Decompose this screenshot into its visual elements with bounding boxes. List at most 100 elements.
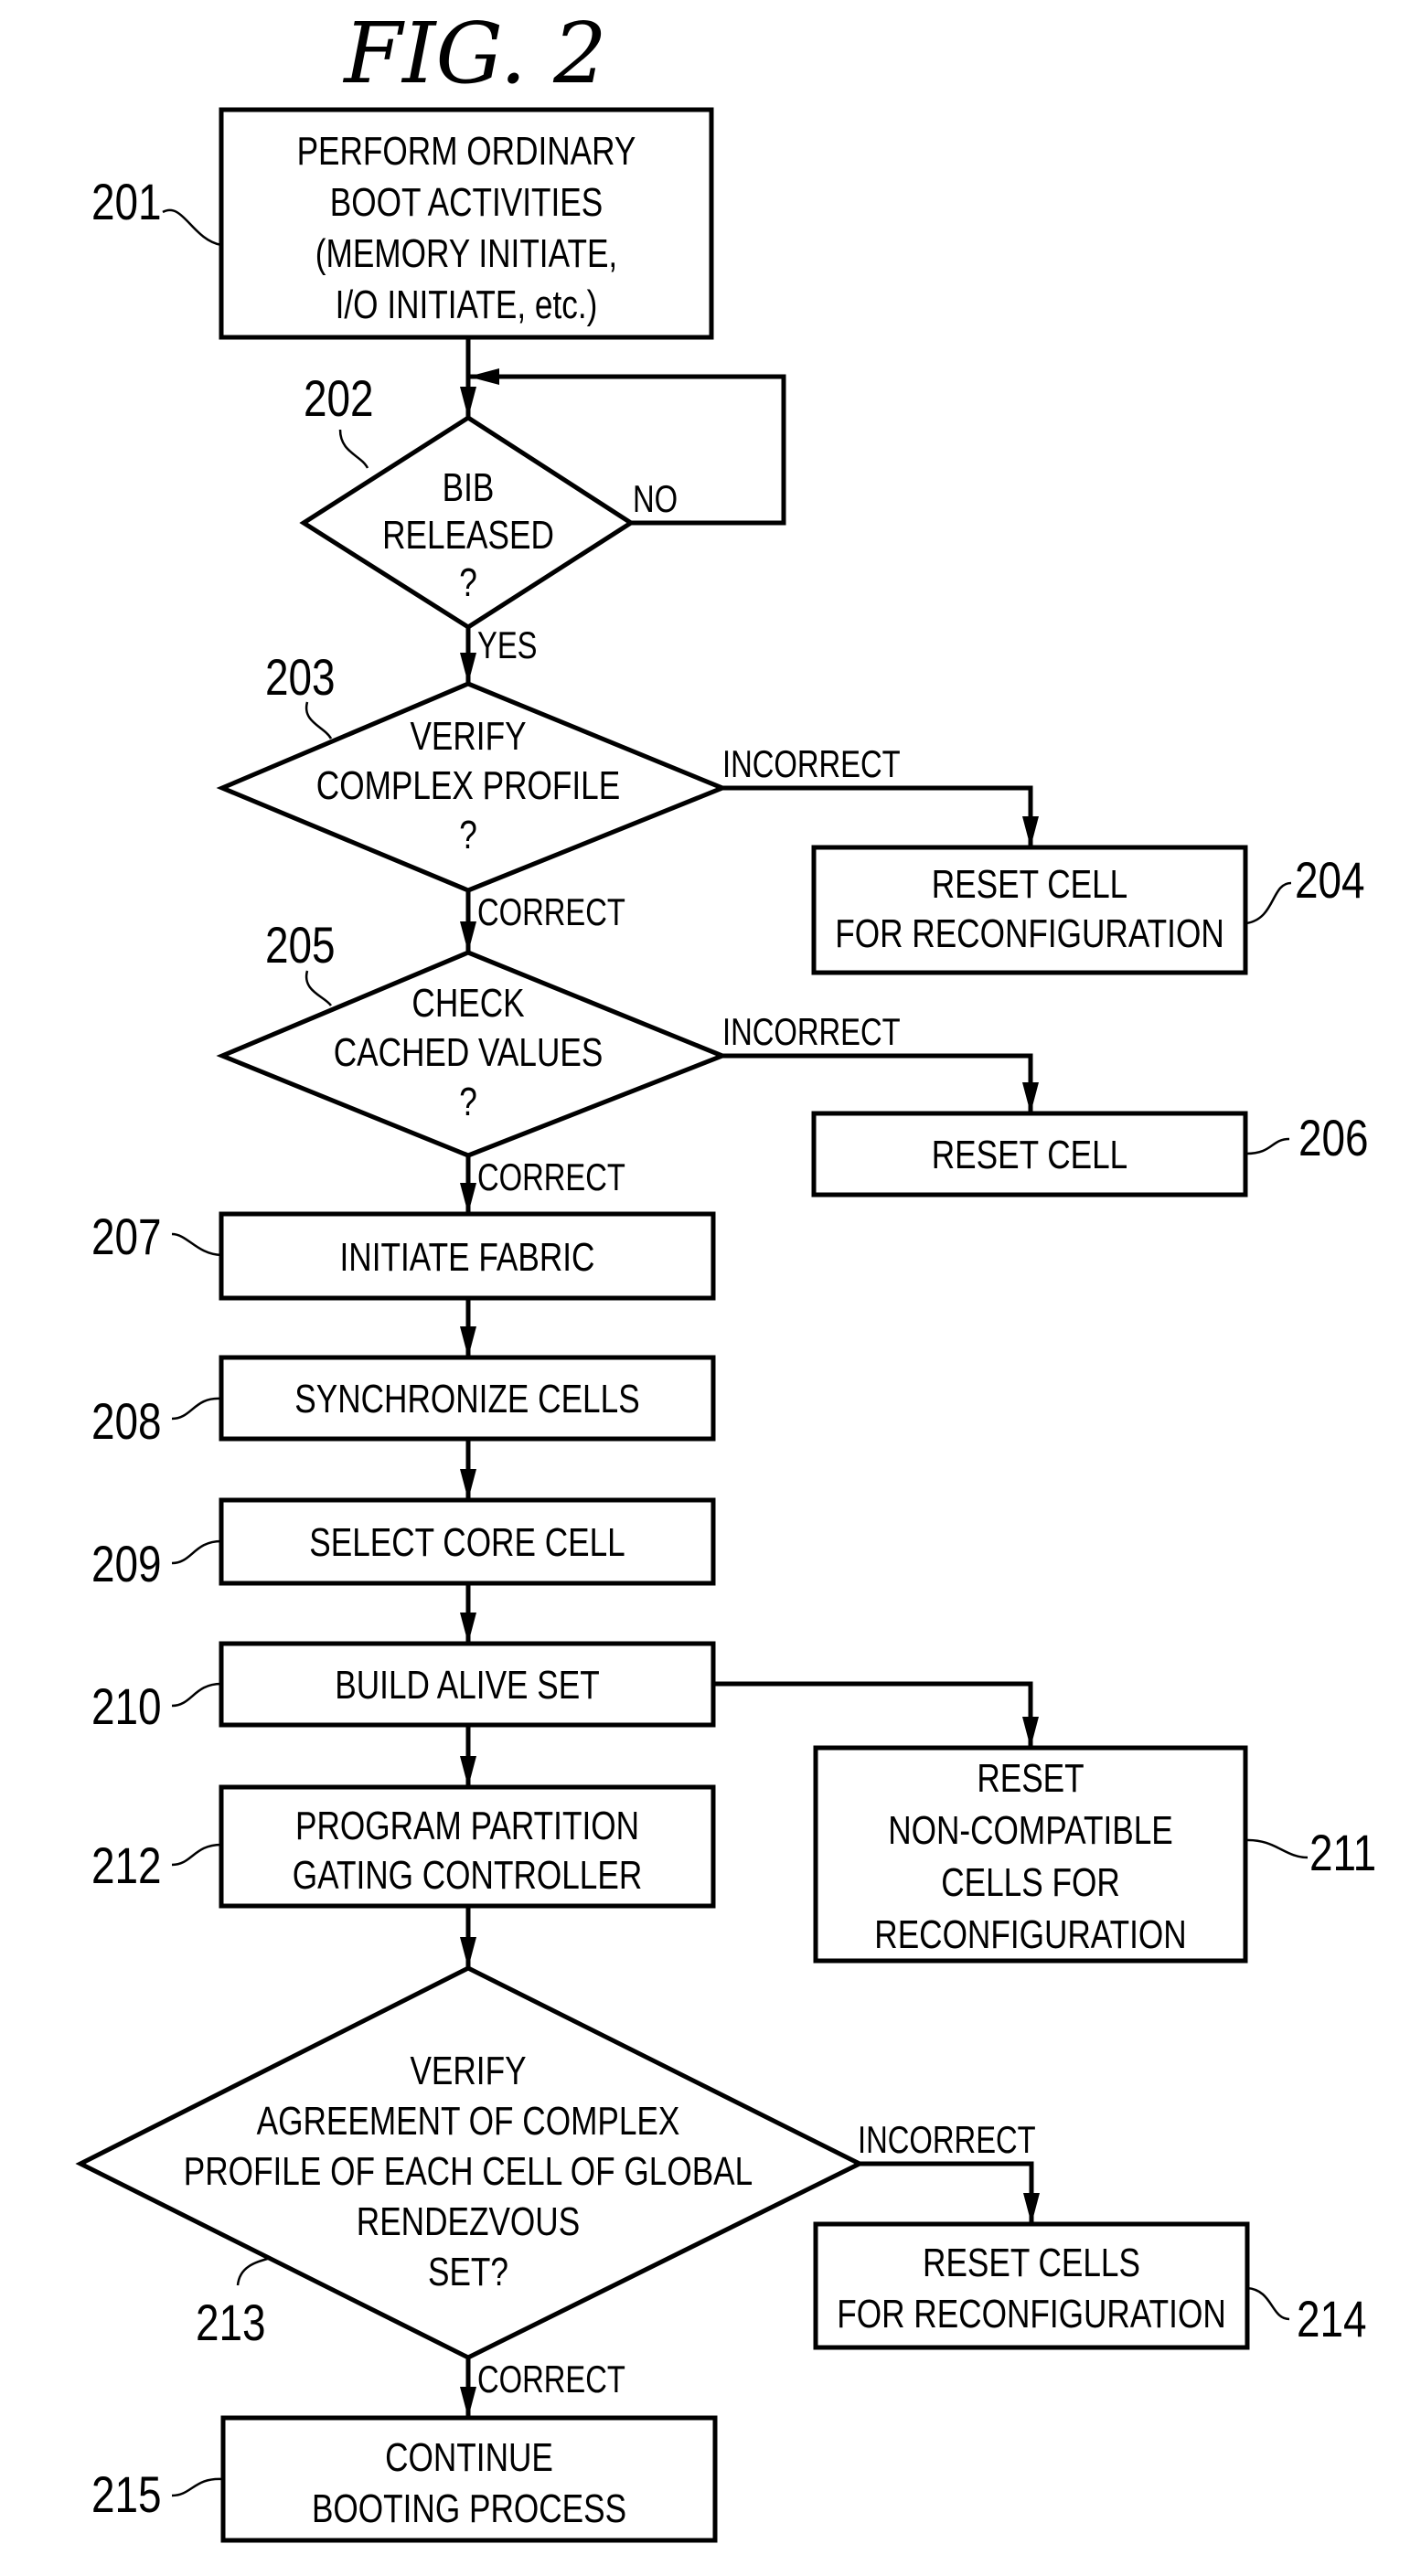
node-text-line: AGREEMENT OF COMPLEX [257,2099,680,2144]
node-text-line: FOR RECONFIGURATION [835,911,1223,956]
node-text-line: ? [459,1080,477,1124]
edge-205-to-207: CORRECT [460,1155,625,1214]
edge-213-to-215: CORRECT [460,2358,625,2418]
reference-numeral-207: 207 [91,1208,162,1265]
arrowhead-icon [460,921,476,953]
node-text-line: SELECT CORE CELL [309,1520,625,1565]
reference-numeral-201: 201 [91,174,162,230]
node-text-line: BIB [443,465,495,510]
node-text-line: BUILD ALIVE SET [335,1663,599,1708]
node-text-line: RELEASED [382,513,554,558]
leader-line [171,1232,222,1257]
process-node-207: INITIATE FABRIC [219,1211,716,1301]
arrowhead-icon [460,653,476,684]
node-text-line: NON-COMPATIBLE [888,1808,1172,1853]
reference-numeral-215: 215 [91,2466,162,2523]
leader-line [171,1843,222,1867]
nodes-layer: PERFORM ORDINARY BOOT ACTIVITIES (MEMORY I… [75,107,1250,2543]
arrowhead-icon [460,2387,476,2418]
node-text-line: PROFILE OF EACH CELL OF GLOBAL [184,2149,753,2194]
reference-numeral-214: 214 [1297,2291,1367,2347]
edge-208-to-209 [460,1439,476,1500]
node-text-line: (MEMORY INITIATE, [315,231,617,276]
edge-205-to-206: INCORRECT [722,1010,1039,1113]
node-text-line: ? [459,813,477,857]
node-text-line: BOOTING PROCESS [312,2486,626,2531]
edge-203-to-204: INCORRECT [722,742,1039,847]
edge-label-incorrect: INCORRECT [858,2118,1036,2161]
reference-numeral-209: 209 [91,1536,162,1592]
node-text-line: RECONFIGURATION [874,1912,1186,1957]
node-text-line: SYNCHRONIZE CELLS [294,1377,639,1421]
arrowhead-icon [1022,1717,1039,1748]
process-node-211: RESET NON-COMPATIBLE CELLS FOR RECONFIGURAT… [813,1745,1248,1964]
leader-line [1245,881,1292,925]
node-text-line: PERFORM ORDINARY [297,129,636,174]
node-text-line: CHECK [411,981,525,1026]
arrowhead-icon [460,1937,476,1968]
node-text-line: RESET CELLS [923,2241,1140,2285]
leader-line [304,701,333,740]
arrowhead-icon [1022,1082,1039,1113]
leader-line [171,1397,222,1421]
node-text-line: CELLS FOR [941,1860,1120,1905]
connector-line [713,1681,1033,1748]
process-node-214: RESET CELLS FOR RECONFIGURATION [813,2221,1250,2350]
node-text-line: COMPLEX PROFILE [316,763,620,808]
leader-line [1245,1838,1309,1859]
leader-line [338,429,369,469]
node-text-line: RESET CELL [932,862,1127,907]
edge-label-correct: CORRECT [477,890,625,933]
node-text-line: SET? [428,2250,508,2294]
arrowhead-icon [460,1469,476,1500]
edge-label-correct: CORRECT [477,1155,625,1198]
leader-line [171,1682,222,1708]
node-text-line: INITIATE FABRIC [340,1235,595,1280]
leader-line [1245,1137,1290,1155]
reference-numeral-212: 212 [91,1837,162,1894]
reference-numeral-202: 202 [304,370,374,427]
leader-line [162,208,222,247]
edge-label-no: NO [633,477,678,520]
process-node-206: RESET CELL [811,1111,1248,1198]
arrowhead-icon [1023,2193,1040,2224]
edge-203-to-205: CORRECT [460,890,625,953]
edge-label-incorrect: INCORRECT [722,1010,901,1053]
edge-210-to-212 [460,1725,476,1787]
reference-numeral-206: 206 [1298,1110,1369,1166]
process-node-210: BUILD ALIVE SET [219,1641,716,1728]
process-node-212: PROGRAM PARTITION GATING CONTROLLER [219,1784,716,1909]
node-text-line: I/O INITIATE, etc.) [336,282,598,327]
leader-line [236,2256,272,2286]
decision-node-202: BIBRELEASED? [299,415,636,630]
arrowhead-icon [1022,816,1039,847]
leader-line [304,970,333,1006]
node-text-line: BOOT ACTIVITIES [330,180,604,225]
edge-label-incorrect: INCORRECT [722,742,901,785]
edge-label-yes: YES [477,623,538,666]
node-text-line: ? [459,560,477,605]
flowchart: FIG. 2 NO YES INCORRECT CORRECT INCORRECT COR… [75,5,1376,2543]
arrowhead-icon [468,368,499,385]
reference-numeral-208: 208 [91,1393,162,1450]
arrowhead-icon [460,1613,476,1644]
reference-numeral-203: 203 [265,649,336,706]
leader-line [1246,2286,1290,2321]
process-node-209: SELECT CORE CELL [219,1497,716,1586]
edge-209-to-210 [460,1583,476,1644]
edge-label-correct: CORRECT [477,2358,625,2400]
edge-210-to-211 [713,1681,1039,1748]
process-node-204: RESET CELLFOR RECONFIGURATION [811,845,1248,975]
arrowhead-icon [460,1183,476,1214]
edge-213-to-214: INCORRECT [858,2118,1040,2224]
decision-node-205: CHECKCACHED VALUES? [216,950,729,1158]
process-node-208: SYNCHRONIZE CELLS [219,1355,716,1442]
node-text-line: RENDEZVOUS [357,2199,580,2244]
connector-line [722,1053,1033,1113]
edge-207-to-208 [460,1298,476,1357]
arrowhead-icon [460,1326,476,1357]
node-text-line: VERIFY [410,714,526,759]
node-text-line: RESET [977,1756,1084,1801]
edge-202-to-203: YES [460,623,538,684]
node-text-line: CONTINUE [385,2435,553,2480]
